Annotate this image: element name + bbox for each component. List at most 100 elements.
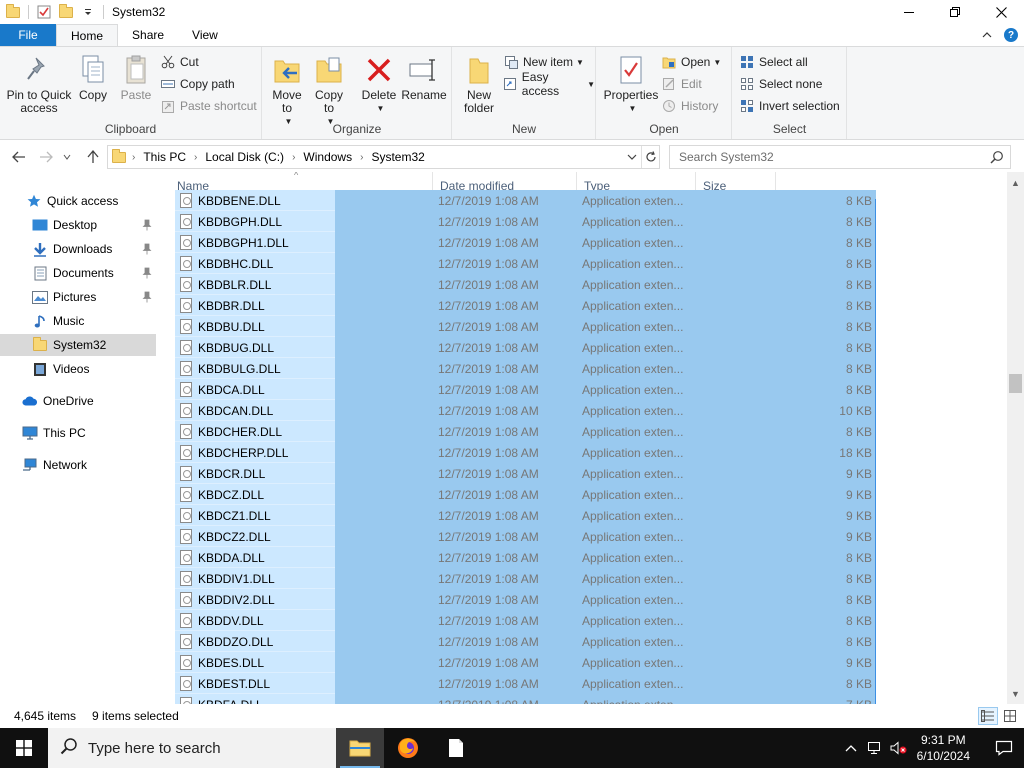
table-row[interactable]: KBDBGPH.DLL 12/7/2019 1:08 AM Application … [175,211,876,232]
taskbar-firefox[interactable] [384,728,432,768]
breadcrumb-windows[interactable]: Windows [303,150,352,164]
chevron-right-icon[interactable]: › [292,152,295,163]
table-row[interactable]: KBDBHC.DLL 12/7/2019 1:08 AM Application e… [175,253,876,274]
tab-home[interactable]: Home [56,24,119,46]
cut-button[interactable]: Cut [160,52,199,72]
move-to-button[interactable]: Move to ▼ [269,53,305,128]
nav-desktop[interactable]: Desktop [0,214,156,236]
taskbar-search-input[interactable]: Type here to search [88,740,221,757]
tab-file[interactable]: File [0,24,56,46]
history-button[interactable]: History [661,96,718,116]
large-icons-view-button[interactable] [1000,707,1020,725]
table-row[interactable]: KBDCAN.DLL 12/7/2019 1:08 AM Application e… [175,400,876,421]
taskbar-notepad[interactable] [432,728,480,768]
vertical-scrollbar[interactable]: ▲ ▼ [1007,172,1024,704]
rename-button[interactable]: Rename [401,53,447,102]
easy-access-button[interactable]: Easy access ▼ [503,70,595,98]
copy-path-button[interactable]: Copy path [160,74,235,94]
nav-music[interactable]: Music [0,310,156,332]
table-row[interactable]: KBDCR.DLL 12/7/2019 1:08 AM Application ex… [175,463,876,484]
address-history-dropdown[interactable] [623,146,641,168]
table-row[interactable]: KBDBU.DLL 12/7/2019 1:08 AM Application ex… [175,316,876,337]
search-icon[interactable] [990,150,1004,167]
table-row[interactable]: KBDCZ1.DLL 12/7/2019 1:08 AM Application e… [175,505,876,526]
chevron-right-icon[interactable]: › [194,152,197,163]
select-none-button[interactable]: Select none [739,74,822,94]
table-row[interactable]: KBDCHER.DLL 12/7/2019 1:08 AM Application … [175,421,876,442]
address-bar[interactable]: › This PC › Local Disk (C:) › Windows › … [107,145,660,169]
delete-button[interactable]: Delete ▼ [359,53,399,115]
minimize-button[interactable] [886,0,932,24]
table-row[interactable]: KBDES.DLL 12/7/2019 1:08 AM Application ex… [175,652,876,673]
pin-icon[interactable] [142,219,152,231]
table-row[interactable]: KBDCA.DLL 12/7/2019 1:08 AM Application ex… [175,379,876,400]
volume-muted-icon[interactable] [887,728,911,768]
nav-pictures[interactable]: Pictures [0,286,156,308]
table-row[interactable]: KBDDIV2.DLL 12/7/2019 1:08 AM Application … [175,589,876,610]
up-button[interactable] [83,148,103,166]
nav-videos[interactable]: Videos [0,358,156,380]
table-row[interactable]: KBDCZ.DLL 12/7/2019 1:08 AM Application ex… [175,484,876,505]
table-row[interactable]: KBDBGPH1.DLL 12/7/2019 1:08 AM Application… [175,232,876,253]
nav-quick-access[interactable]: Quick access [0,190,156,212]
details-view-button[interactable] [978,707,998,725]
nav-this-pc[interactable]: This PC [0,422,156,444]
pin-icon[interactable] [142,291,152,303]
scroll-down-arrow-icon[interactable]: ▼ [1007,685,1024,702]
action-center-button[interactable] [984,728,1024,768]
search-input[interactable]: Search System32 [679,150,774,164]
properties-button[interactable]: Properties ▼ [603,53,659,115]
edit-button[interactable]: Edit [661,74,702,94]
tab-share[interactable]: Share [118,24,178,46]
paste-shortcut-button[interactable]: Paste shortcut [160,96,257,116]
table-row[interactable]: KBDBULG.DLL 12/7/2019 1:08 AM Application … [175,358,876,379]
tab-view[interactable]: View [178,24,232,46]
scroll-up-arrow-icon[interactable]: ▲ [1007,174,1024,191]
table-row[interactable]: KBDBLR.DLL 12/7/2019 1:08 AM Application e… [175,274,876,295]
table-row[interactable]: KBDBENE.DLL 12/7/2019 1:08 AM Application … [175,190,876,211]
scrollbar-thumb[interactable] [1009,374,1022,393]
table-row[interactable]: KBDBR.DLL 12/7/2019 1:08 AM Application ex… [175,295,876,316]
select-all-button[interactable]: Select all [739,52,808,72]
table-row[interactable]: KBDDV.DLL 12/7/2019 1:08 AM Application ex… [175,610,876,631]
open-button[interactable]: Open ▼ [661,52,721,72]
table-row[interactable]: KBDFA.DLL12/7/2019 1:08 AMApplication ex… [175,694,876,704]
table-row[interactable]: KBDBUG.DLL 12/7/2019 1:08 AM Application e… [175,337,876,358]
show-hidden-icons-chevron-icon[interactable] [839,728,863,768]
invert-selection-button[interactable]: Invert selection [739,96,840,116]
nav-documents[interactable]: Documents [0,262,156,284]
chevron-right-icon[interactable]: › [360,152,363,163]
back-button[interactable] [9,148,29,166]
nav-system32[interactable]: System32 [0,334,156,356]
folder-icon[interactable] [5,3,21,20]
nav-downloads[interactable]: Downloads [0,238,156,260]
refresh-button[interactable] [641,146,659,168]
table-row[interactable]: KBDEST.DLL 12/7/2019 1:08 AM Application e… [175,673,876,694]
chevron-right-icon[interactable]: › [132,152,135,163]
pin-icon[interactable] [142,243,152,255]
pin-icon[interactable] [142,267,152,279]
collapse-ribbon-icon[interactable] [982,29,992,41]
system-clock[interactable]: 9:31 PM 6/10/2024 [917,732,970,764]
breadcrumb-system32[interactable]: System32 [371,150,424,164]
nav-network[interactable]: Network [0,454,156,476]
search-box[interactable]: Search System32 [669,145,1011,169]
copy-button[interactable]: Copy [74,53,112,102]
table-row[interactable]: KBDDA.DLL 12/7/2019 1:08 AM Application ex… [175,547,876,568]
maximize-button[interactable] [932,0,978,24]
copy-to-button[interactable]: Copy to ▼ [311,53,347,128]
table-row[interactable]: KBDCZ2.DLL 12/7/2019 1:08 AM Application e… [175,526,876,547]
pin-to-quick-access-button[interactable]: Pin to Quick access [4,53,74,115]
new-folder-icon[interactable] [58,3,74,20]
customize-toolbar-icon[interactable] [80,4,96,20]
properties-icon[interactable] [36,4,52,20]
forward-button[interactable] [36,148,56,166]
recent-locations-button[interactable] [61,148,73,166]
network-status-icon[interactable] [863,728,887,768]
paste-button[interactable]: Paste [116,53,156,102]
help-icon[interactable]: ? [1004,28,1018,42]
breadcrumb-this-pc[interactable]: This PC [143,150,186,164]
close-button[interactable] [978,0,1024,24]
nav-onedrive[interactable]: OneDrive [0,390,156,412]
taskbar-file-explorer[interactable] [336,728,384,768]
